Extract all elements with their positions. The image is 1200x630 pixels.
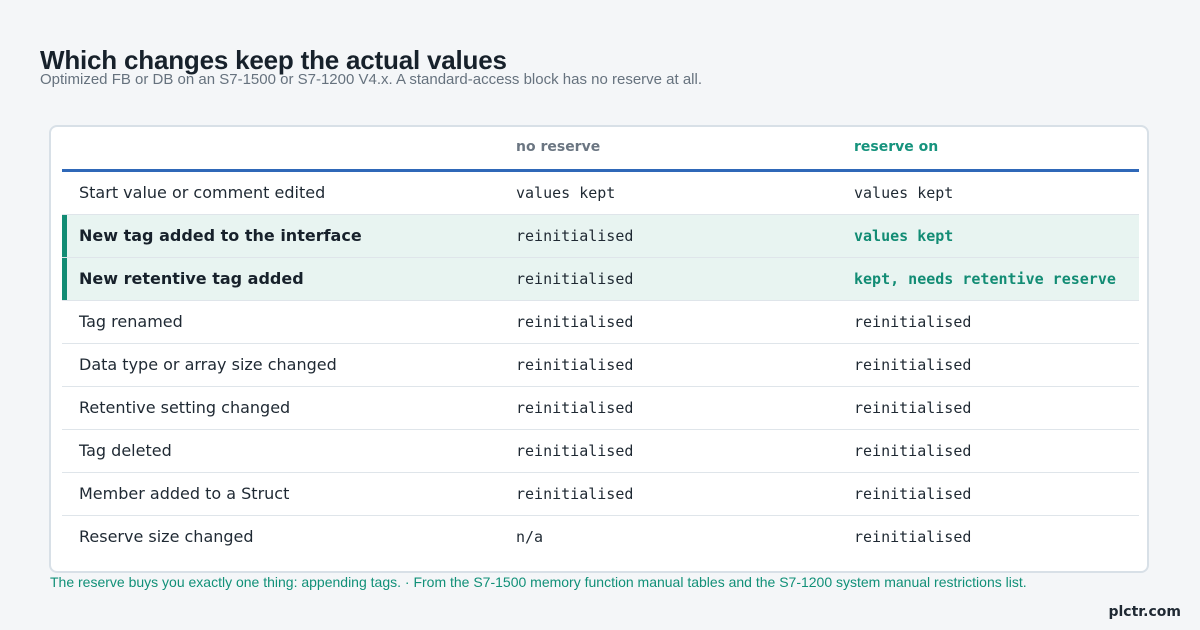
changes-table: no reserve reserve on Start value or com…	[62, 127, 1139, 558]
change-label: Tag renamed	[79, 312, 183, 331]
reserve-on-value: reinitialised	[854, 528, 972, 546]
change-label: Retentive setting changed	[79, 398, 291, 417]
comparison-card: no reserve reserve on Start value or com…	[49, 125, 1149, 573]
change-label: Reserve size changed	[79, 527, 254, 546]
reserve-on-value: reinitialised	[854, 399, 972, 417]
reserve-on-value: kept, needs retentive reserve	[854, 270, 1116, 288]
reserve-on-value: reinitialised	[854, 485, 972, 503]
highlight-accent-bar	[62, 215, 67, 257]
reserve-on-value: reinitialised	[854, 442, 972, 460]
no-reserve-value: n/a	[516, 528, 544, 546]
reserve-on-value: reinitialised	[854, 356, 972, 374]
change-label: New retentive tag added	[79, 269, 304, 288]
highlight-accent-bar	[62, 258, 67, 300]
no-reserve-value: reinitialised	[516, 356, 634, 374]
change-label: New tag added to the interface	[79, 226, 362, 245]
table-row: Tag deleted reinitialised reinitialised	[62, 430, 1139, 473]
table-row: Retentive setting changed reinitialised …	[62, 387, 1139, 430]
no-reserve-value: reinitialised	[516, 442, 634, 460]
no-reserve-value: reinitialised	[516, 399, 634, 417]
brand-logo: plctr.com	[1108, 604, 1181, 620]
no-reserve-value: reinitialised	[516, 485, 634, 503]
no-reserve-value: reinitialised	[516, 313, 634, 331]
table-row: Start value or comment edited values kep…	[62, 172, 1139, 215]
no-reserve-value: reinitialised	[516, 270, 634, 288]
table-row: Data type or array size changed reinitia…	[62, 344, 1139, 387]
footer-note: The reserve buys you exactly one thing: …	[50, 574, 1027, 590]
table-row: Reserve size changed n/a reinitialised	[62, 516, 1139, 558]
table-header: no reserve reserve on	[62, 127, 1139, 172]
change-label: Member added to a Struct	[79, 484, 290, 503]
column-header-no-reserve: no reserve	[516, 139, 601, 155]
column-header-reserve-on: reserve on	[854, 139, 939, 155]
table-row-highlighted: New tag added to the interface reinitial…	[62, 215, 1139, 258]
reserve-on-value: values kept	[854, 184, 954, 202]
page-subtitle: Optimized FB or DB on an S7-1500 or S7-1…	[40, 71, 703, 88]
change-label: Tag deleted	[79, 441, 172, 460]
page: Which changes keep the actual values Opt…	[0, 0, 1200, 630]
reserve-on-value: values kept	[854, 227, 954, 245]
no-reserve-value: values kept	[516, 184, 616, 202]
change-label: Data type or array size changed	[79, 355, 337, 374]
table-row: Tag renamed reinitialised reinitialised	[62, 301, 1139, 344]
no-reserve-value: reinitialised	[516, 227, 634, 245]
reserve-on-value: reinitialised	[854, 313, 972, 331]
table-row: Member added to a Struct reinitialised r…	[62, 473, 1139, 516]
table-row-highlighted: New retentive tag added reinitialised ke…	[62, 258, 1139, 301]
change-label: Start value or comment edited	[79, 183, 326, 202]
